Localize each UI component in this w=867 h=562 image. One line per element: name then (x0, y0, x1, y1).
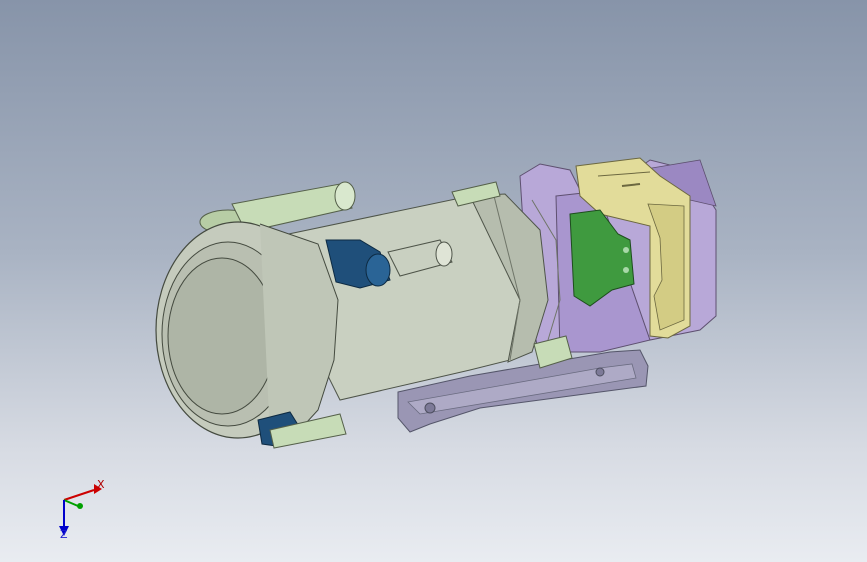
cad-viewport[interactable]: X Z (0, 0, 867, 562)
y-axis-dot-icon (77, 503, 83, 509)
3d-model-view[interactable] (0, 0, 867, 562)
x-axis-label: X (97, 478, 105, 491)
x-axis-line (63, 489, 95, 501)
z-axis-label: Z (60, 528, 68, 541)
y-axis-line (63, 499, 79, 507)
front-lens[interactable] (155, 221, 339, 439)
